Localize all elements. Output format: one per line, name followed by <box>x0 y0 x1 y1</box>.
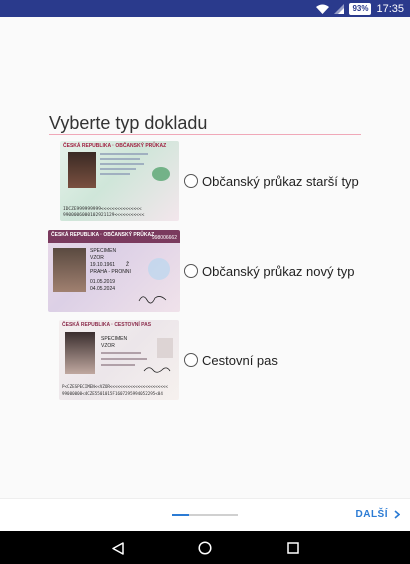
radio-passport[interactable] <box>184 353 198 367</box>
option-new-id-card[interactable]: ČESKÁ REPUBLIKA · OBČANSKÝ PRŮKAZ 998006… <box>0 230 410 312</box>
radio-old-id-card[interactable] <box>184 174 198 188</box>
step-progress-fill <box>172 514 189 516</box>
option-label: Občanský průkaz nový typ <box>202 263 355 279</box>
passport-image: ČESKÁ REPUBLIKA · CESTOVNÍ PAS SPECIMEN … <box>59 320 179 400</box>
card-signature <box>143 367 171 373</box>
new-id-card-image: ČESKÁ REPUBLIKA · OBČANSKÝ PRŮKAZ 998006… <box>48 230 180 312</box>
recents-square-icon <box>287 542 299 554</box>
card-surname: SPECIMEN <box>101 336 128 342</box>
card-surname: SPECIMEN <box>90 248 117 254</box>
navigation-bar <box>0 531 410 564</box>
card-given-name: VZOR <box>90 255 104 261</box>
next-button[interactable]: DALŠÍ <box>355 509 400 520</box>
card-hologram <box>148 258 170 280</box>
old-id-card-image: ČESKÁ REPUBLIKA · OBČANSKÝ PRŮKAZ IDCZE9… <box>60 141 179 221</box>
status-bar: 93% 17:35 <box>0 0 410 17</box>
card-hologram <box>152 167 170 181</box>
home-button[interactable] <box>196 539 214 557</box>
radio-new-id-card[interactable] <box>184 264 198 278</box>
card-header: ČESKÁ REPUBLIKA · CESTOVNÍ PAS <box>62 322 152 328</box>
card-mrz-1: P<CZESPECIMEN<<VZOR<<<<<<<<<<<<<<<<<<<<<… <box>62 384 168 389</box>
back-button[interactable] <box>109 539 127 557</box>
card-place: PRAHA - PRONNI <box>90 269 131 275</box>
wifi-icon <box>316 4 330 14</box>
page-title: Vyberte typ dokladu <box>49 113 208 133</box>
status-icons: 93% 17:35 <box>316 1 404 16</box>
card-photo <box>65 332 95 374</box>
card-given-name: VZOR <box>101 343 115 349</box>
card-photo <box>53 248 86 292</box>
card-mrz-2: 99000000<4CZE5501015F1607295994052295<04 <box>62 391 163 396</box>
card-mrz-1: IDCZE999999999<<<<<<<<<<<<<<< <box>63 207 142 212</box>
option-label: Cestovní pas <box>202 352 278 368</box>
card-signature <box>138 296 167 304</box>
status-time: 17:35 <box>376 2 404 15</box>
option-passport[interactable]: ČESKÁ REPUBLIKA · CESTOVNÍ PAS SPECIMEN … <box>0 320 410 400</box>
chevron-right-icon <box>394 510 400 519</box>
back-triangle-icon <box>112 541 124 555</box>
card-dob: 19.10.1961 <box>90 262 116 268</box>
option-label: Občanský průkaz starší typ <box>202 173 359 189</box>
card-mrz-2: 9900006000102921129<<<<<<<<<<< <box>63 213 145 218</box>
home-circle-icon <box>198 541 212 555</box>
next-button-label: DALŠÍ <box>355 509 388 520</box>
card-header: ČESKÁ REPUBLIKA · OBČANSKÝ PRŮKAZ <box>51 232 155 238</box>
card-ghost-photo <box>157 338 173 358</box>
option-old-id-card[interactable]: ČESKÁ REPUBLIKA · OBČANSKÝ PRŮKAZ IDCZE9… <box>0 141 410 221</box>
signal-icon <box>334 3 345 14</box>
card-header: ČESKÁ REPUBLIKA · OBČANSKÝ PRŮKAZ <box>63 143 167 149</box>
card-sex: Ž <box>126 262 130 268</box>
bottom-bar: DALŠÍ <box>0 498 410 531</box>
card-photo <box>68 152 96 188</box>
battery-indicator: 93% <box>349 2 372 15</box>
card-number: 998006662 <box>151 235 177 241</box>
title-underline: Vyberte typ dokladu <box>49 113 361 135</box>
document-type-screen: Vyberte typ dokladu ČESKÁ REPUBLIKA · OB… <box>0 17 410 498</box>
card-expiry: 04.05.2024 <box>90 286 116 292</box>
card-issued: 01.05.2019 <box>90 279 116 285</box>
recents-button[interactable] <box>284 539 302 557</box>
step-progress <box>172 514 238 516</box>
